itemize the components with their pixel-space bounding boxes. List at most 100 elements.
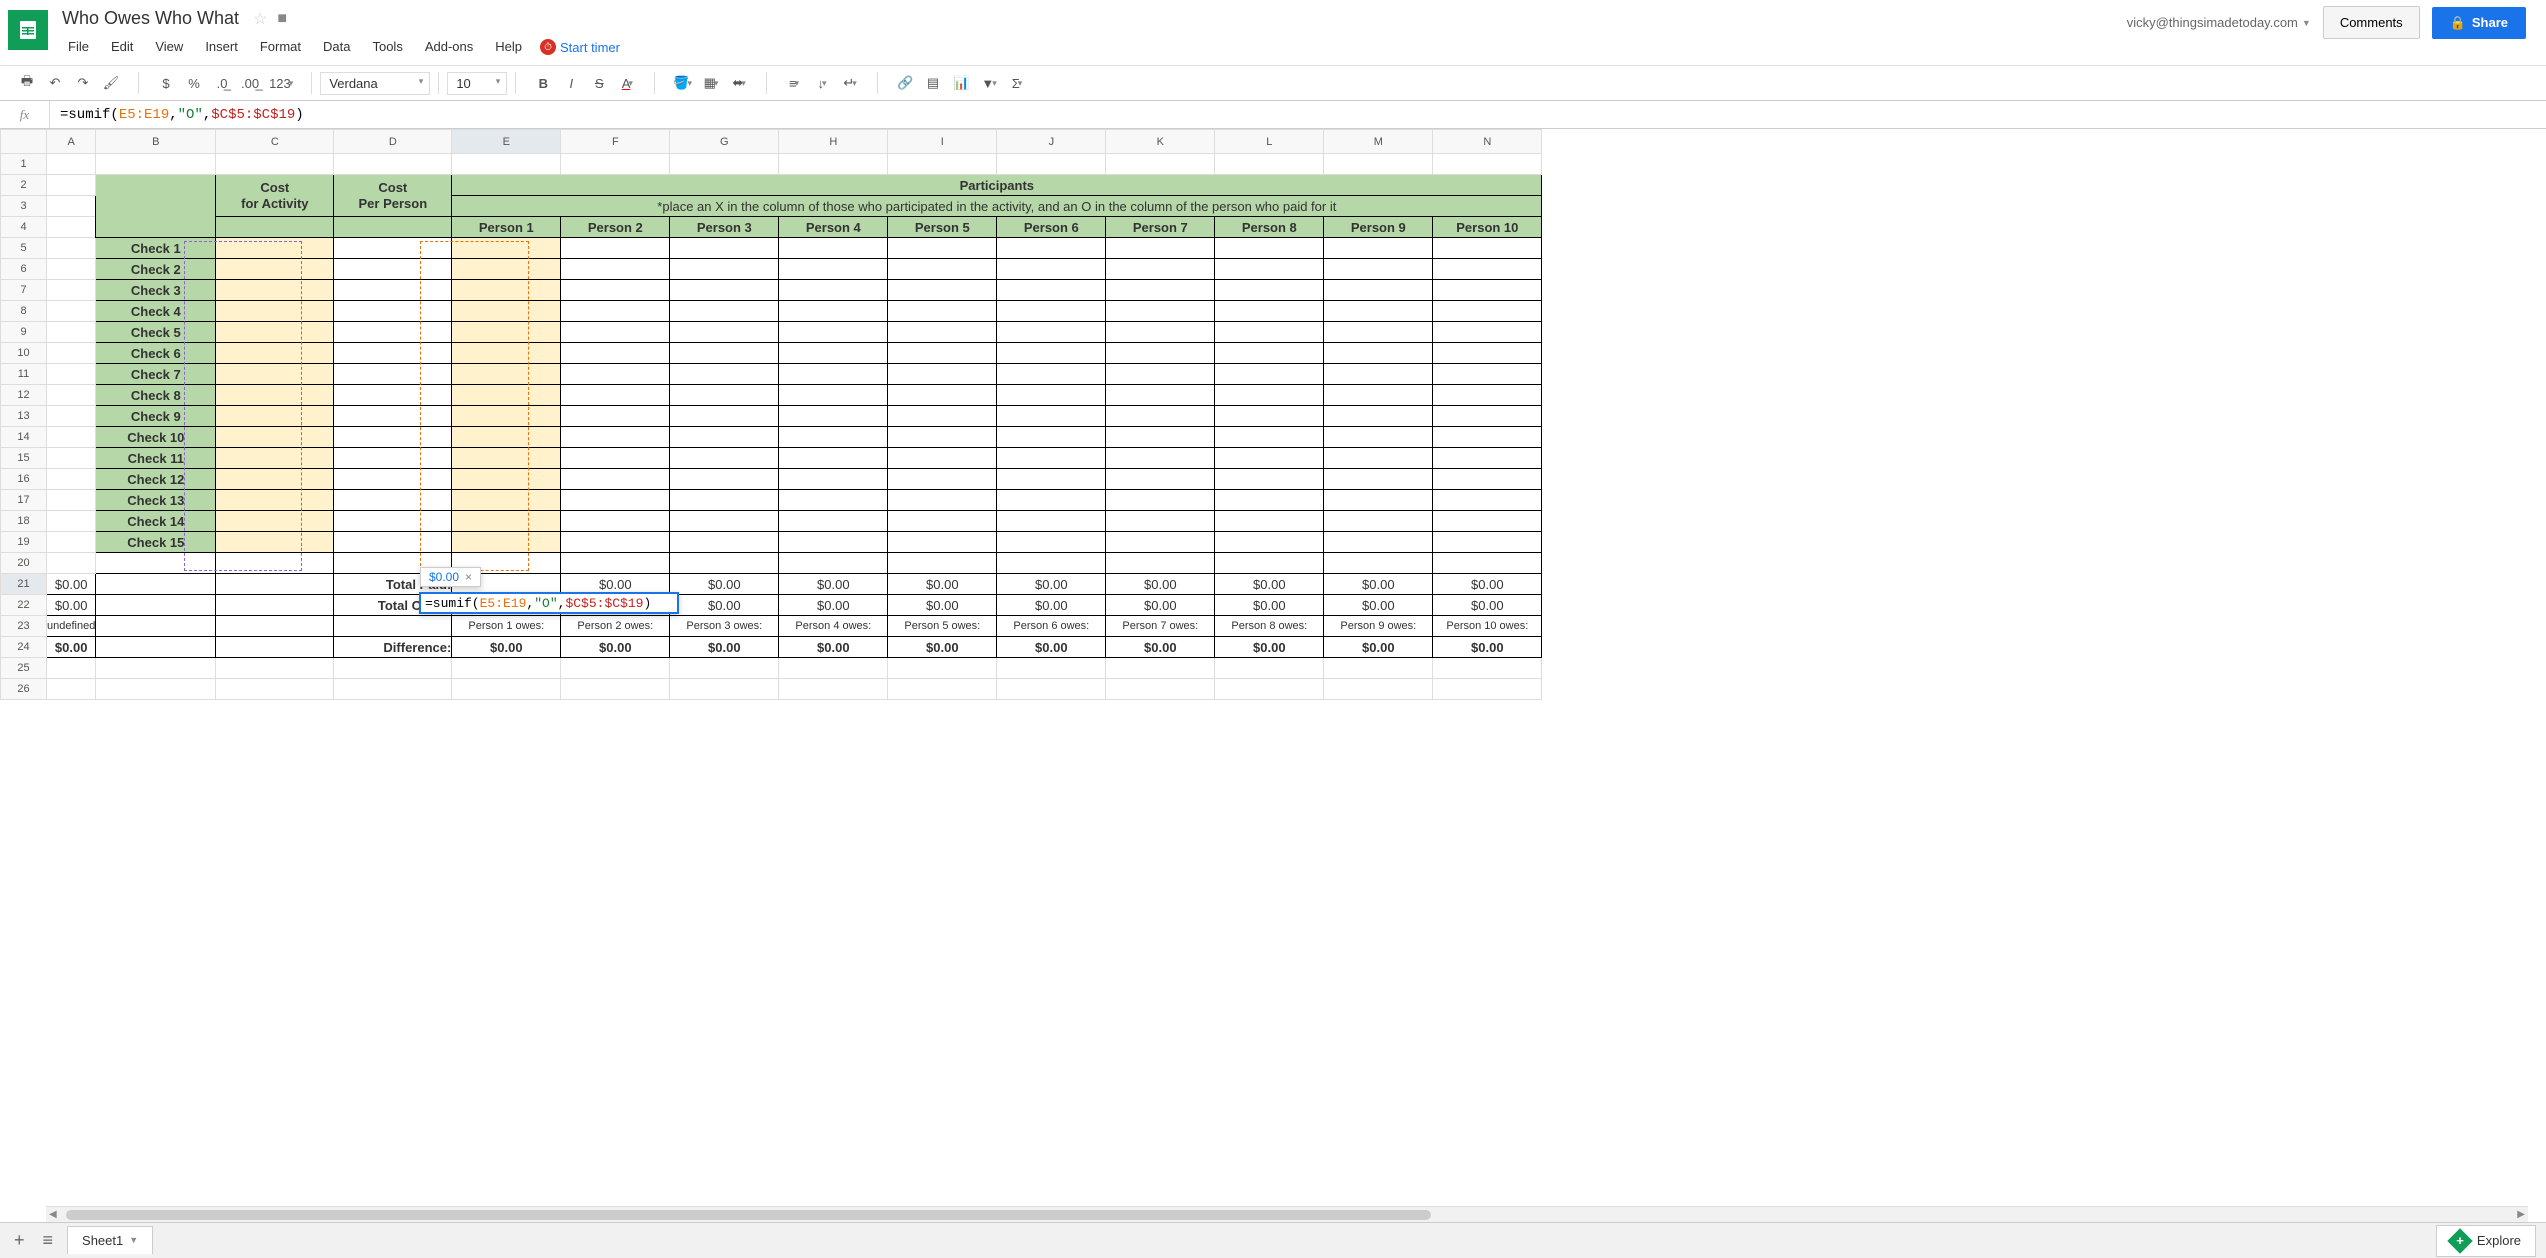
cell[interactable] [334,364,452,385]
cell[interactable] [1106,301,1215,322]
row-header[interactable]: 23 [1,616,47,637]
cell[interactable] [1324,238,1433,259]
cell[interactable] [47,448,96,469]
cell[interactable] [779,322,888,343]
cell[interactable] [1324,280,1433,301]
cell[interactable] [779,280,888,301]
cell[interactable] [47,343,96,364]
row-header[interactable]: 22 [1,595,47,616]
redo-icon[interactable]: ↷ [70,70,96,96]
cell[interactable] [1215,385,1324,406]
cell[interactable] [888,427,997,448]
row-header[interactable]: 1 [1,154,47,175]
cell[interactable] [1433,511,1542,532]
cell[interactable]: Check 6 [96,343,216,364]
cell[interactable] [334,322,452,343]
cell[interactable] [47,322,96,343]
format-percent[interactable]: % [181,70,207,96]
cell[interactable] [670,532,779,553]
cell[interactable] [47,553,96,574]
cell[interactable] [1215,490,1324,511]
cell[interactable] [1433,469,1542,490]
cell[interactable] [779,364,888,385]
cell[interactable] [997,343,1106,364]
cell[interactable] [96,574,216,595]
cell[interactable] [1324,154,1433,175]
cell[interactable]: Person 9 [1324,217,1433,238]
column-header[interactable]: N [1433,130,1542,154]
cell[interactable] [334,280,452,301]
cell[interactable] [997,511,1106,532]
cell[interactable]: Person 2 owes: [561,616,670,637]
user-account[interactable]: vicky@thingsimadetoday.com ▼ [2127,15,2311,30]
print-icon[interactable]: 🖶 [14,70,40,96]
cell[interactable]: Person 8 [1215,217,1324,238]
cell[interactable] [216,385,334,406]
functions-icon[interactable]: Σ▾ [1004,70,1030,96]
cell[interactable] [216,427,334,448]
h-align-icon[interactable]: ≡▾ [781,70,807,96]
column-header[interactable]: A [47,130,96,154]
cell[interactable]: $0.00 [1106,574,1215,595]
row-header[interactable]: 8 [1,301,47,322]
cell[interactable] [888,259,997,280]
cell[interactable]: Person 10 owes: [1433,616,1542,637]
explore-button[interactable]: Explore [2436,1225,2536,1257]
cell[interactable] [888,469,997,490]
cell[interactable] [216,490,334,511]
row-header[interactable]: 21 [1,574,47,595]
cell[interactable] [1324,385,1433,406]
cell[interactable] [888,553,997,574]
cell[interactable] [1106,679,1215,700]
row-header[interactable]: 9 [1,322,47,343]
cell[interactable]: Person 3 [670,217,779,238]
cell[interactable] [96,616,216,637]
cell[interactable] [334,406,452,427]
cell[interactable] [96,154,216,175]
font-size-select[interactable]: 10 [447,72,507,95]
cell[interactable] [779,553,888,574]
cell[interactable] [1324,448,1433,469]
cell[interactable]: Person 6 owes: [997,616,1106,637]
menu-edit[interactable]: Edit [101,35,143,59]
cell[interactable] [1433,259,1542,280]
cell[interactable] [216,469,334,490]
row-header[interactable]: 6 [1,259,47,280]
cell[interactable]: Check 2 [96,259,216,280]
cell[interactable]: $0.00 [561,637,670,658]
cell[interactable] [561,385,670,406]
cell[interactable] [997,238,1106,259]
cell[interactable] [334,616,452,637]
folder-icon[interactable]: ■ [277,10,287,28]
cell[interactable] [1106,511,1215,532]
bold-icon[interactable]: B [530,70,556,96]
cell[interactable]: $0.00 [1433,574,1542,595]
cell[interactable]: Check 1 [96,238,216,259]
cell[interactable] [216,553,334,574]
cell[interactable] [997,364,1106,385]
row-header[interactable]: 10 [1,343,47,364]
link-icon[interactable]: 🔗 [892,70,918,96]
cell[interactable] [334,679,452,700]
cell[interactable]: $0.00 [47,595,96,616]
more-formats[interactable]: 123▾ [265,70,297,96]
cell[interactable] [561,448,670,469]
cell[interactable] [96,595,216,616]
menu-tools[interactable]: Tools [362,35,412,59]
cell[interactable]: Check 15 [96,532,216,553]
cell[interactable]: Person 5 owes: [888,616,997,637]
cell[interactable] [452,322,561,343]
cell[interactable] [561,238,670,259]
cell[interactable] [452,364,561,385]
cell[interactable] [1215,427,1324,448]
cell[interactable]: Check 11 [96,448,216,469]
cell[interactable] [334,532,452,553]
row-header[interactable]: 2 [1,175,47,196]
cell[interactable]: $0.00 [670,595,779,616]
row-header[interactable]: 17 [1,490,47,511]
cell[interactable]: $0.00 [1106,595,1215,616]
merge-icon[interactable]: ⬌▾ [726,70,752,96]
cell[interactable] [1106,238,1215,259]
cell[interactable] [888,658,997,679]
wrap-icon[interactable]: ↵▾ [837,70,863,96]
